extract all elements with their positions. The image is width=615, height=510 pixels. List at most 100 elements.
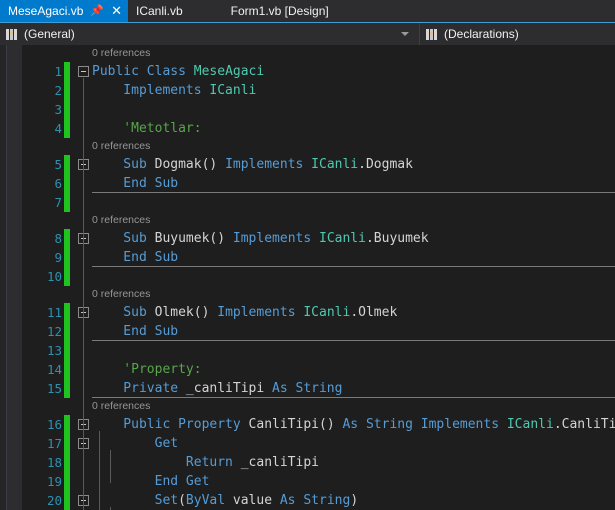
code-line[interactable]: 18 Return _canliTipi bbox=[0, 453, 615, 472]
change-indicator bbox=[64, 472, 70, 491]
line-number: 7 bbox=[54, 195, 62, 210]
code-line[interactable]: 9 End Sub bbox=[0, 248, 615, 267]
code-line[interactable]: 20 Set(ByVal value As String) bbox=[0, 491, 615, 510]
outline-guide bbox=[83, 78, 84, 510]
code-line[interactable]: 8 Sub Buyumek() Implements ICanli.Buyume… bbox=[0, 229, 615, 248]
code-line[interactable]: 14 'Property: bbox=[0, 360, 615, 379]
codelens-references[interactable]: 0 references bbox=[92, 212, 150, 229]
code-text[interactable]: 'Property: bbox=[92, 360, 201, 379]
change-indicator bbox=[64, 100, 70, 119]
line-number: 5 bbox=[54, 157, 62, 172]
tab-form1-vb-design[interactable]: Form1.vb [Design] bbox=[222, 0, 335, 22]
code-text[interactable]: End Sub bbox=[92, 174, 178, 193]
tab-label: Form1.vb [Design] bbox=[230, 4, 329, 18]
change-indicator bbox=[64, 81, 70, 100]
code-line[interactable]: 3 bbox=[0, 100, 615, 119]
code-text[interactable]: Private _canliTipi As String bbox=[92, 379, 342, 398]
code-text[interactable]: End Sub bbox=[92, 322, 178, 341]
members-icon bbox=[426, 28, 440, 40]
change-indicator bbox=[64, 248, 70, 267]
change-indicator bbox=[64, 491, 70, 510]
change-indicator bbox=[64, 119, 70, 138]
code-line[interactable]: 17 Get bbox=[0, 434, 615, 453]
region-separator bbox=[92, 397, 615, 398]
tab-label: MeseAgaci.vb bbox=[8, 4, 84, 18]
code-line[interactable]: 12 End Sub bbox=[0, 322, 615, 341]
code-line[interactable]: 11 Sub Olmek() Implements ICanli.Olmek bbox=[0, 303, 615, 322]
line-number: 19 bbox=[46, 474, 62, 489]
code-text[interactable]: Return _canliTipi bbox=[92, 453, 319, 472]
change-indicator bbox=[64, 322, 70, 341]
code-line[interactable]: 2 Implements ICanli bbox=[0, 81, 615, 100]
code-lines: 0 references 1 Public Class MeseAgaci 2 Imp… bbox=[0, 45, 615, 510]
line-number: 9 bbox=[54, 250, 62, 265]
code-text[interactable]: Public Class MeseAgaci bbox=[92, 62, 264, 81]
region-separator bbox=[92, 340, 615, 341]
change-indicator bbox=[64, 434, 70, 453]
change-indicator bbox=[64, 303, 70, 322]
code-line[interactable]: 5 Sub Dogmak() Implements ICanli.Dogmak bbox=[0, 155, 615, 174]
code-text[interactable]: Sub Olmek() Implements ICanli.Olmek bbox=[92, 303, 397, 322]
code-text[interactable]: Public Property CanliTipi() As String Im… bbox=[92, 415, 615, 434]
tab-gap bbox=[189, 0, 223, 22]
close-icon[interactable]: ✕ bbox=[111, 5, 122, 18]
line-number: 4 bbox=[54, 121, 62, 136]
line-number: 8 bbox=[54, 231, 62, 246]
change-indicator bbox=[64, 174, 70, 193]
change-indicator bbox=[64, 267, 70, 286]
code-line[interactable]: 7 bbox=[0, 193, 615, 212]
change-indicator bbox=[64, 379, 70, 398]
line-number: 11 bbox=[46, 305, 62, 320]
code-line[interactable]: 13 bbox=[0, 341, 615, 360]
region-separator bbox=[92, 266, 615, 267]
member-dropdown[interactable]: (Declarations) bbox=[420, 23, 615, 45]
region-separator bbox=[92, 192, 615, 193]
member-dropdown-value: (Declarations) bbox=[444, 27, 519, 41]
change-indicator bbox=[64, 62, 70, 81]
code-text[interactable]: Implements ICanli bbox=[92, 81, 256, 100]
change-indicator bbox=[64, 341, 70, 360]
line-number: 20 bbox=[46, 493, 62, 508]
code-text[interactable]: Sub Dogmak() Implements ICanli.Dogmak bbox=[92, 155, 413, 174]
line-number: 16 bbox=[46, 417, 62, 432]
change-indicator bbox=[64, 155, 70, 174]
chevron-down-icon[interactable] bbox=[401, 32, 409, 36]
members-icon bbox=[6, 28, 20, 40]
scope-dropdown[interactable]: (General) bbox=[0, 23, 420, 45]
code-text[interactable]: Sub Buyumek() Implements ICanli.Buyumek bbox=[92, 229, 428, 248]
codelens-references[interactable]: 0 references bbox=[92, 286, 150, 303]
change-indicator bbox=[64, 229, 70, 248]
codelens-references[interactable]: 0 references bbox=[92, 45, 150, 62]
tab-meseagaci-vb[interactable]: MeseAgaci.vb 📌 ✕ bbox=[0, 0, 128, 22]
code-text[interactable]: End Sub bbox=[92, 248, 178, 267]
line-number: 15 bbox=[46, 381, 62, 396]
code-line[interactable]: 19 End Get bbox=[0, 472, 615, 491]
change-indicator bbox=[64, 415, 70, 434]
line-number: 2 bbox=[54, 83, 62, 98]
code-line[interactable]: 10 bbox=[0, 267, 615, 286]
code-text[interactable]: Set(ByVal value As String) bbox=[92, 491, 359, 510]
code-line[interactable]: 6 End Sub bbox=[0, 174, 615, 193]
code-text[interactable]: 'Metotlar: bbox=[92, 119, 201, 138]
tab-icanli-vb[interactable]: ICanli.vb bbox=[127, 0, 189, 22]
line-number: 13 bbox=[46, 343, 62, 358]
editor-tab-strip: MeseAgaci.vb 📌 ✕ ICanli.vb Form1.vb [Des… bbox=[0, 0, 615, 22]
code-line[interactable]: 1 Public Class MeseAgaci bbox=[0, 62, 615, 81]
change-indicator bbox=[64, 193, 70, 212]
code-line[interactable]: 4 'Metotlar: bbox=[0, 119, 615, 138]
line-number: 1 bbox=[54, 64, 62, 79]
code-navigation-bar: (General) (Declarations) bbox=[0, 22, 615, 45]
code-line[interactable]: 15 Private _canliTipi As String bbox=[0, 379, 615, 398]
code-text[interactable]: Get bbox=[92, 434, 178, 453]
code-line[interactable]: 16 Public Property CanliTipi() As String… bbox=[0, 415, 615, 434]
line-number: 6 bbox=[54, 176, 62, 191]
pin-icon[interactable]: 📌 bbox=[90, 5, 104, 17]
collapse-toggle[interactable] bbox=[78, 66, 89, 77]
change-indicator bbox=[64, 360, 70, 379]
line-number: 12 bbox=[46, 324, 62, 339]
code-editor[interactable]: 0 references 1 Public Class MeseAgaci 2 Imp… bbox=[0, 45, 615, 510]
codelens-references[interactable]: 0 references bbox=[92, 138, 150, 155]
change-indicator bbox=[64, 453, 70, 472]
line-number: 18 bbox=[46, 455, 62, 470]
codelens-references[interactable]: 0 references bbox=[92, 398, 150, 415]
